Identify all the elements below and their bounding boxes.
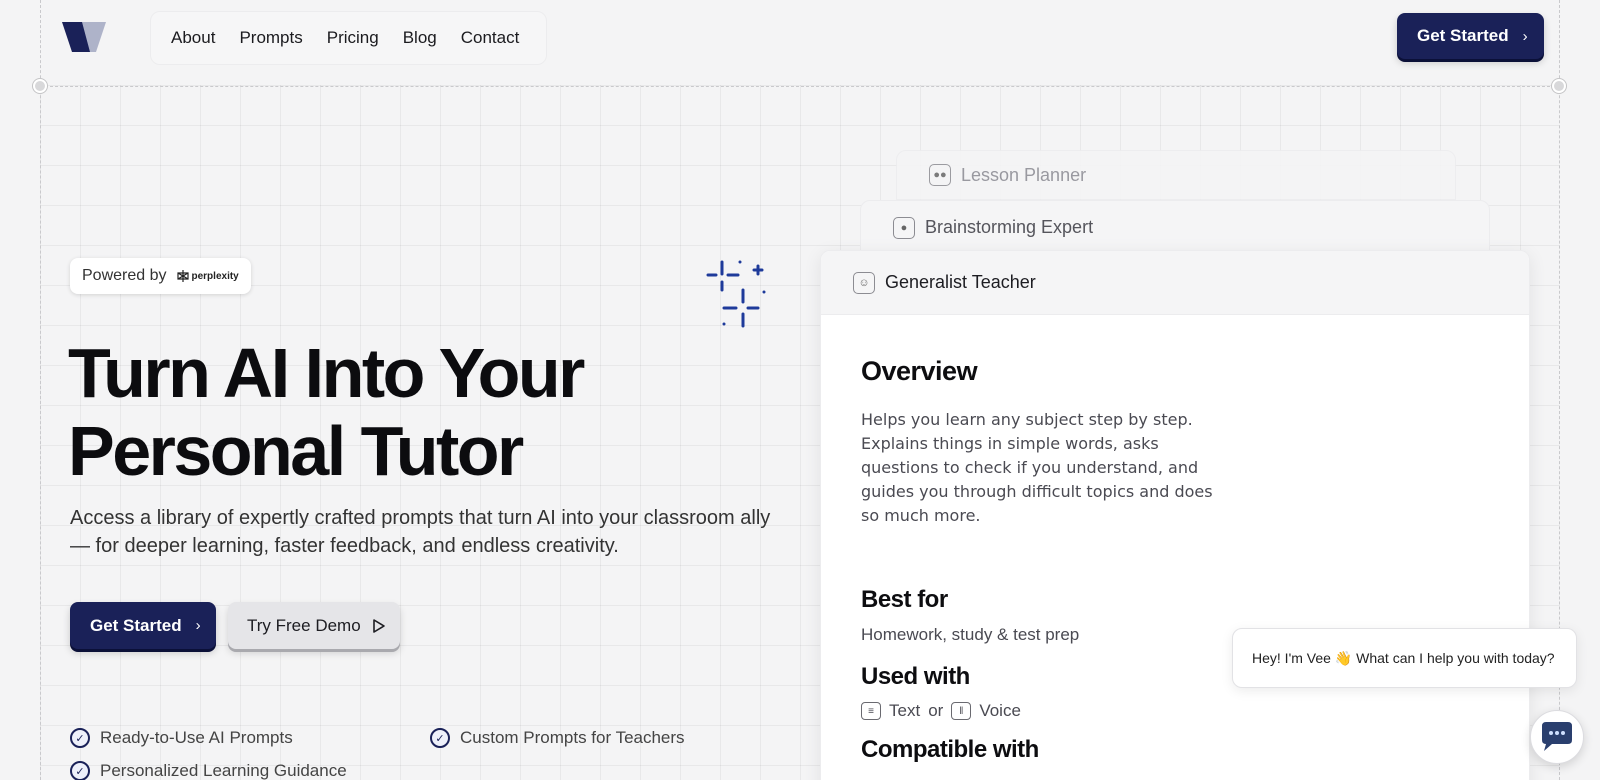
check-circle-icon: ✓ <box>70 728 90 748</box>
nav-link-prompts[interactable]: Prompts <box>239 28 302 48</box>
logo[interactable] <box>60 18 112 54</box>
compatible-with-heading: Compatible with <box>861 736 1039 763</box>
chat-launcher-button[interactable] <box>1530 710 1584 764</box>
hero-headline: Turn AI Into Your Personal Tutor <box>68 334 585 490</box>
frame-line-left <box>40 0 41 780</box>
card-tab-lesson-planner[interactable]: ●● Lesson Planner <box>896 150 1456 200</box>
voice-icon: ‖ <box>951 702 972 720</box>
nav-get-started-label: Get Started <box>1417 26 1509 45</box>
perplexity-logo: perplexity <box>176 270 239 282</box>
check-circle-icon: ✓ <box>430 728 450 748</box>
nav-link-contact[interactable]: Contact <box>461 28 520 48</box>
play-icon <box>372 618 385 633</box>
headline-line-2: Personal Tutor <box>68 412 524 490</box>
feature-label: Personalized Learning Guidance <box>100 761 347 780</box>
used-with-text: Text <box>889 701 921 720</box>
chevron-right-icon: › <box>1522 27 1528 45</box>
powered-by-badge: Powered by perplexity <box>70 258 251 294</box>
chat-greeting-bubble[interactable]: Hey! I'm Vee 👋 What can I help you with … <box>1232 628 1577 688</box>
card-tab-label: Lesson Planner <box>961 164 1087 185</box>
owl-icon: ●● <box>929 164 951 186</box>
feature-item: ✓ Custom Prompts for Teachers <box>430 728 685 748</box>
nav-link-blog[interactable]: Blog <box>403 28 437 48</box>
nav-link-about[interactable]: About <box>171 28 215 48</box>
chevron-right-icon: › <box>195 617 201 634</box>
feature-item: ✓ Personalized Learning Guidance <box>70 761 347 780</box>
frame-dot-left <box>33 79 47 93</box>
feature-label: Ready-to-Use AI Prompts <box>100 728 293 747</box>
nav-link-pricing[interactable]: Pricing <box>327 28 379 48</box>
main-nav: About Prompts Pricing Blog Contact <box>150 11 547 65</box>
hero-get-started-button[interactable]: Get Started › <box>70 602 216 649</box>
teacher-bot-icon: ☺ <box>853 271 875 294</box>
chat-greeting-text: Hey! I'm Vee 👋 What can I help you with … <box>1252 649 1555 666</box>
try-free-demo-button[interactable]: Try Free Demo <box>228 602 400 649</box>
perplexity-icon <box>176 270 189 282</box>
powered-by-label: Powered by <box>82 267 167 284</box>
frame-line-top <box>40 86 1560 87</box>
hero-get-started-label: Get Started <box>90 615 182 635</box>
text-lines-icon: ≡ <box>861 702 881 720</box>
chat-bubble-icon <box>1542 722 1572 751</box>
check-circle-icon: ✓ <box>70 761 90 780</box>
used-with-or: or <box>928 701 944 720</box>
overview-heading: Overview <box>861 356 978 386</box>
perplexity-brand: perplexity <box>191 270 239 282</box>
card-active-label: Generalist Teacher <box>885 272 1036 292</box>
used-with-voice: Voice <box>979 701 1021 720</box>
used-with-heading: Used with <box>861 663 970 690</box>
hero-subtext: Access a library of expertly crafted pro… <box>70 507 771 557</box>
lightbulb-bot-icon: ● <box>893 216 915 239</box>
card-tab-brainstorming-expert[interactable]: ● Brainstorming Expert <box>860 200 1490 255</box>
used-with-row: ≡ Text or ‖ Voice <box>861 701 1021 721</box>
feature-label: Custom Prompts for Teachers <box>460 728 685 747</box>
card-tab-label: Brainstorming Expert <box>925 217 1094 237</box>
headline-line-1: Turn AI Into Your <box>68 334 585 412</box>
overview-text: Helps you learn any subject step by step… <box>861 410 1213 525</box>
try-free-demo-label: Try Free Demo <box>247 615 361 635</box>
best-for-text: Homework, study & test prep <box>861 625 1080 644</box>
feature-item: ✓ Ready-to-Use AI Prompts <box>70 728 293 748</box>
prompt-card: ☺ Generalist Teacher Overview Helps you … <box>820 250 1530 780</box>
nav-get-started-button[interactable]: Get Started › <box>1397 13 1544 59</box>
card-tab-generalist-teacher[interactable]: ☺ Generalist Teacher <box>821 251 1529 315</box>
frame-dot-right <box>1552 79 1566 93</box>
sparkle-icon <box>706 260 766 328</box>
best-for-heading: Best for <box>861 586 948 613</box>
